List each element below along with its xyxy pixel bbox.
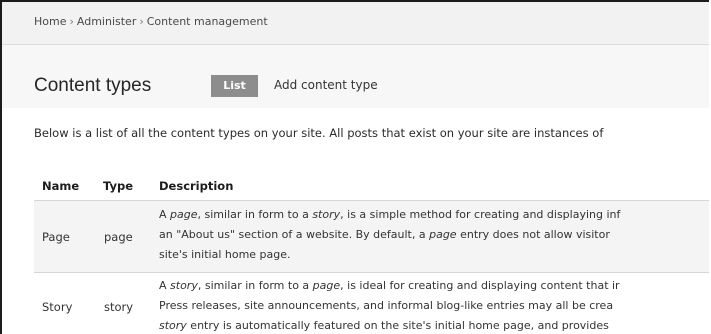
cell-description-line: an "About us" section of a website. By d… [159, 228, 610, 241]
tab-list[interactable]: List [211, 75, 258, 97]
breadcrumb-home-link[interactable]: Home [34, 15, 66, 28]
breadcrumb-separator: › [69, 15, 74, 28]
cell-description-line: story entry is automatically featured on… [159, 319, 609, 332]
cell-description-line: Press releases, site announcements, and … [159, 299, 614, 312]
cell-type-story: story [104, 300, 134, 314]
content-type-term: page [312, 279, 341, 292]
cell-description-line: A story, similar in form to a page, is i… [159, 279, 620, 292]
content-type-term: story [159, 319, 187, 332]
breadcrumb-administer-link[interactable]: Administer [77, 15, 136, 28]
intro-text: Below is a list of all the content types… [34, 126, 604, 140]
breadcrumb-separator: › [139, 15, 144, 28]
content-type-term: page [170, 208, 198, 221]
breadcrumb-content-management-link[interactable]: Content management [147, 15, 268, 28]
admin-frame: Home › Administer › Content management Conte… [0, 0, 709, 334]
page-title: Content types [34, 75, 152, 96]
cell-description-line: A page, similar in form to a story, is a… [159, 208, 621, 221]
cell-type-page: page [104, 230, 133, 244]
content-type-term: story [170, 279, 198, 292]
cell-name-page: Page [42, 230, 70, 244]
cell-description-line: site's initial home page. [159, 248, 291, 261]
content-type-term: page [429, 228, 457, 241]
column-header-name: Name [42, 179, 80, 193]
breadcrumb-bar: Home › Administer › Content management [2, 2, 709, 45]
cell-name-story: Story [42, 300, 73, 314]
tab-add-content-type[interactable]: Add content type [274, 78, 378, 92]
breadcrumb: Home › Administer › Content management [34, 15, 268, 28]
column-header-description: Description [159, 179, 234, 193]
column-header-type: Type [103, 179, 134, 193]
content-type-term: story [312, 208, 341, 221]
page-header: Content types List Add content type [2, 45, 709, 108]
